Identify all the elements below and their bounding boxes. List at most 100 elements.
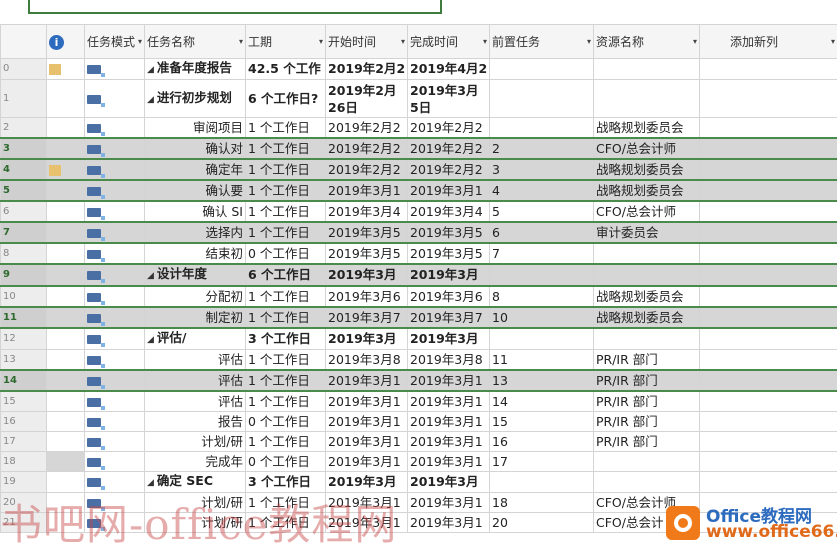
task-name-cell[interactable]: ◢ 进行初步规划 (144, 79, 246, 118)
table-row[interactable]: 13 评估 1 个工作日 2019年3月8 2019年3月8 11 PR/IR 部门 (0, 349, 837, 371)
table-row[interactable]: 4 确定年 1 个工作日 2019年2月2 2019年2月2 3 战略规划委员会 (0, 158, 837, 181)
add-column-cell[interactable] (699, 431, 837, 452)
table-row[interactable]: 15 评估 1 个工作日 2019年3月1 2019年3月1 14 PR/IR 部门 (0, 390, 837, 412)
table-row[interactable]: 1 ◢ 进行初步规划 6 个工作日? 2019年2月26日 2019年3月5日 (0, 79, 837, 118)
finish-cell[interactable]: 2019年3月1 (407, 369, 490, 392)
finish-cell[interactable]: 2019年3月5 (407, 242, 490, 265)
duration-header[interactable]: 工期 ▾ (245, 24, 326, 59)
row-number[interactable]: 12 (0, 327, 47, 350)
resource-cell[interactable]: 审计委员会 (593, 221, 700, 244)
table-row[interactable]: 17 计划/研 1 个工作日 2019年3月1 2019年3月1 16 PR/IR 部门 (0, 431, 837, 452)
start-cell[interactable]: 2019年3月4 (325, 200, 408, 223)
row-number[interactable]: 7 (0, 221, 47, 244)
task-name-cell[interactable]: 评估 (144, 369, 246, 392)
row-number[interactable]: 4 (0, 158, 47, 181)
collapse-caret-icon[interactable]: ◢ (147, 271, 154, 281)
start-cell[interactable]: 2019年3月1 (325, 411, 408, 432)
finish-cell[interactable]: 2019年3月1 (407, 179, 490, 202)
finish-cell[interactable]: 2019年3月6 (407, 285, 490, 308)
info-cell[interactable] (46, 200, 85, 223)
add-column-cell[interactable] (699, 79, 837, 118)
predecessor-cell[interactable]: 10 (489, 306, 594, 329)
table-row[interactable]: 16 报告 0 个工作日 2019年3月1 2019年3月1 15 PR/IR 部门 (0, 411, 837, 432)
task-name-cell[interactable]: ◢ 设计年度 (144, 263, 246, 287)
task-name-cell[interactable]: 确认要 (144, 179, 246, 202)
task-mode-cell[interactable] (84, 242, 145, 265)
start-cell[interactable]: 2019年2月2 (325, 158, 408, 181)
duration-cell[interactable]: 3 个工作日 (245, 471, 326, 493)
predecessor-header[interactable]: 前置任务 ▾ (489, 24, 594, 59)
dropdown-arrow-icon[interactable]: ▾ (239, 33, 243, 51)
start-cell[interactable]: 2019年3月1 (325, 431, 408, 452)
info-cell[interactable] (46, 451, 85, 472)
task-mode-cell[interactable] (84, 285, 145, 308)
duration-cell[interactable]: 1 个工作日 (245, 285, 326, 308)
add-column-cell[interactable] (699, 411, 837, 432)
info-cell[interactable] (46, 179, 85, 202)
start-cell[interactable]: 2019年3月1 (325, 179, 408, 202)
task-name-cell[interactable]: 选择内 (144, 221, 246, 244)
task-mode-cell[interactable] (84, 117, 145, 139)
task-mode-cell[interactable] (84, 411, 145, 432)
info-cell[interactable] (46, 327, 85, 350)
finish-cell[interactable]: 2019年2月2 (407, 137, 490, 160)
resource-header[interactable]: 资源名称 ▾ (593, 24, 700, 59)
predecessor-cell[interactable]: 15 (489, 411, 594, 432)
start-cell[interactable]: 2019年3月 (325, 263, 408, 287)
task-name-cell[interactable]: 审阅项目 (144, 117, 246, 139)
dropdown-arrow-icon[interactable]: ▾ (587, 33, 591, 51)
note-icon[interactable] (49, 164, 61, 176)
task-mode-cell[interactable] (84, 431, 145, 452)
duration-cell[interactable]: 1 个工作日 (245, 369, 326, 392)
start-cell[interactable]: 2019年2月2 (325, 117, 408, 139)
task-name-cell[interactable]: ◢ 评估/ (144, 327, 246, 350)
resource-cell[interactable]: CFO/总会计师 (593, 200, 700, 223)
add-column-header[interactable]: 添加新列 ▾ (699, 24, 837, 59)
predecessor-cell[interactable] (489, 79, 594, 118)
task-name-cell[interactable]: 完成年 (144, 451, 246, 472)
add-column-cell[interactable] (699, 242, 837, 265)
info-cell[interactable] (46, 137, 85, 160)
note-icon[interactable] (49, 64, 61, 75)
start-cell[interactable]: 2019年3月 (325, 327, 408, 350)
add-column-cell[interactable] (699, 58, 837, 80)
start-cell[interactable]: 2019年3月1 (325, 369, 408, 392)
dropdown-arrow-icon[interactable]: ▾ (693, 33, 697, 51)
task-name-cell[interactable]: ◢ 准备年度报告 (144, 58, 246, 80)
info-cell[interactable] (46, 349, 85, 371)
row-number[interactable]: 3 (0, 137, 47, 160)
info-cell[interactable] (46, 306, 85, 329)
finish-header[interactable]: 完成时间 ▾ (407, 24, 490, 59)
table-row[interactable]: 0 ◢ 准备年度报告 42.5 个工作 2019年2月2 2019年4月2 (0, 58, 837, 80)
add-column-cell[interactable] (699, 306, 837, 329)
start-cell[interactable]: 2019年2月26日 (325, 79, 408, 118)
dropdown-arrow-icon[interactable]: ▾ (401, 33, 405, 51)
row-number[interactable]: 19 (0, 471, 47, 493)
resource-cell[interactable]: 战略规划委员会 (593, 158, 700, 181)
duration-cell[interactable]: 1 个工作日 (245, 431, 326, 452)
finish-cell[interactable]: 2019年3月 (407, 263, 490, 287)
task-name-header[interactable]: 任务名称 ▾ (144, 24, 246, 59)
task-name-cell[interactable]: 分配初 (144, 285, 246, 308)
task-mode-cell[interactable] (84, 263, 145, 287)
resource-cell[interactable]: PR/IR 部门 (593, 431, 700, 452)
start-cell[interactable]: 2019年3月6 (325, 285, 408, 308)
row-number[interactable]: 1 (0, 79, 47, 118)
resource-cell[interactable]: PR/IR 部门 (593, 411, 700, 432)
predecessor-cell[interactable]: 17 (489, 451, 594, 472)
start-cell[interactable]: 2019年3月1 (325, 451, 408, 472)
start-cell[interactable]: 2019年3月1 (325, 390, 408, 412)
start-cell[interactable]: 2019年3月7 (325, 306, 408, 329)
task-name-cell[interactable]: 制定初 (144, 306, 246, 329)
task-name-cell[interactable]: 确定年 (144, 158, 246, 181)
resource-cell[interactable]: 战略规划委员会 (593, 179, 700, 202)
duration-cell[interactable]: 1 个工作日 (245, 179, 326, 202)
info-cell[interactable] (46, 242, 85, 265)
table-row[interactable]: 14 评估 1 个工作日 2019年3月1 2019年3月1 13 PR/IR 部门 (0, 369, 837, 392)
duration-cell[interactable]: 1 个工作日 (245, 200, 326, 223)
row-number[interactable]: 8 (0, 242, 47, 265)
resource-cell[interactable] (593, 79, 700, 118)
row-number[interactable]: 18 (0, 451, 47, 472)
table-row[interactable]: 9 ◢ 设计年度 6 个工作日 2019年3月 2019年3月 (0, 263, 837, 287)
task-name-cell[interactable]: 确认 SI (144, 200, 246, 223)
